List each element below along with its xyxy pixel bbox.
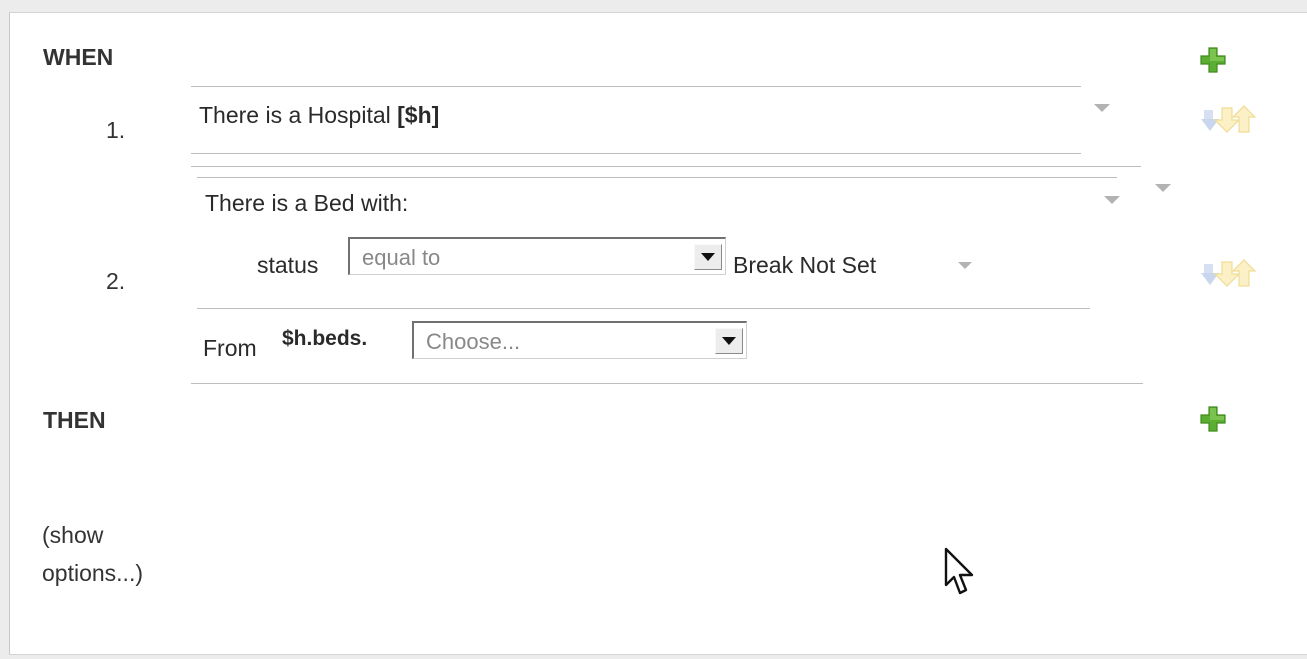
chevron-down-icon[interactable] — [694, 244, 722, 270]
chevron-down-icon[interactable] — [958, 262, 972, 269]
row-number-1: 1. — [106, 117, 126, 143]
chevron-down-icon[interactable] — [1155, 184, 1171, 192]
show-options-link[interactable]: (show options...) — [42, 516, 202, 592]
move-arrows-icon[interactable] — [1200, 104, 1307, 133]
add-action-icon[interactable] — [1200, 406, 1226, 432]
from-expression: $h.beds. — [282, 327, 368, 350]
divider — [197, 308, 1090, 309]
from-label: From — [203, 335, 257, 361]
operator-value: equal to — [362, 245, 441, 270]
from-select[interactable]: Choose... — [412, 321, 747, 359]
pattern-2-header[interactable]: There is a Bed with: — [205, 190, 408, 217]
divider — [191, 166, 1141, 167]
chevron-down-icon[interactable] — [1104, 196, 1120, 204]
from-select-value: Choose... — [426, 329, 521, 354]
when-label: WHEN — [43, 44, 114, 70]
divider — [191, 86, 1081, 87]
operator-select[interactable]: equal to — [348, 237, 726, 275]
mouse-cursor-icon — [944, 547, 978, 604]
chevron-down-icon[interactable] — [1094, 104, 1110, 112]
field-name: status — [257, 252, 319, 278]
pattern-1-text[interactable]: There is a Hospital [$h] — [199, 102, 439, 129]
move-arrows-icon[interactable] — [1200, 258, 1307, 287]
add-condition-icon[interactable] — [1200, 47, 1226, 73]
divider — [191, 153, 1081, 154]
pattern-1-binding: [$h] — [397, 102, 440, 128]
then-label: THEN — [43, 407, 106, 433]
pattern-1-label: There is a Hospital — [199, 102, 391, 128]
value-text[interactable]: Break Not Set — [733, 252, 876, 279]
chevron-down-icon[interactable] — [715, 328, 743, 354]
row-number-2: 2. — [106, 268, 126, 294]
divider — [197, 177, 1117, 178]
divider — [191, 383, 1143, 384]
